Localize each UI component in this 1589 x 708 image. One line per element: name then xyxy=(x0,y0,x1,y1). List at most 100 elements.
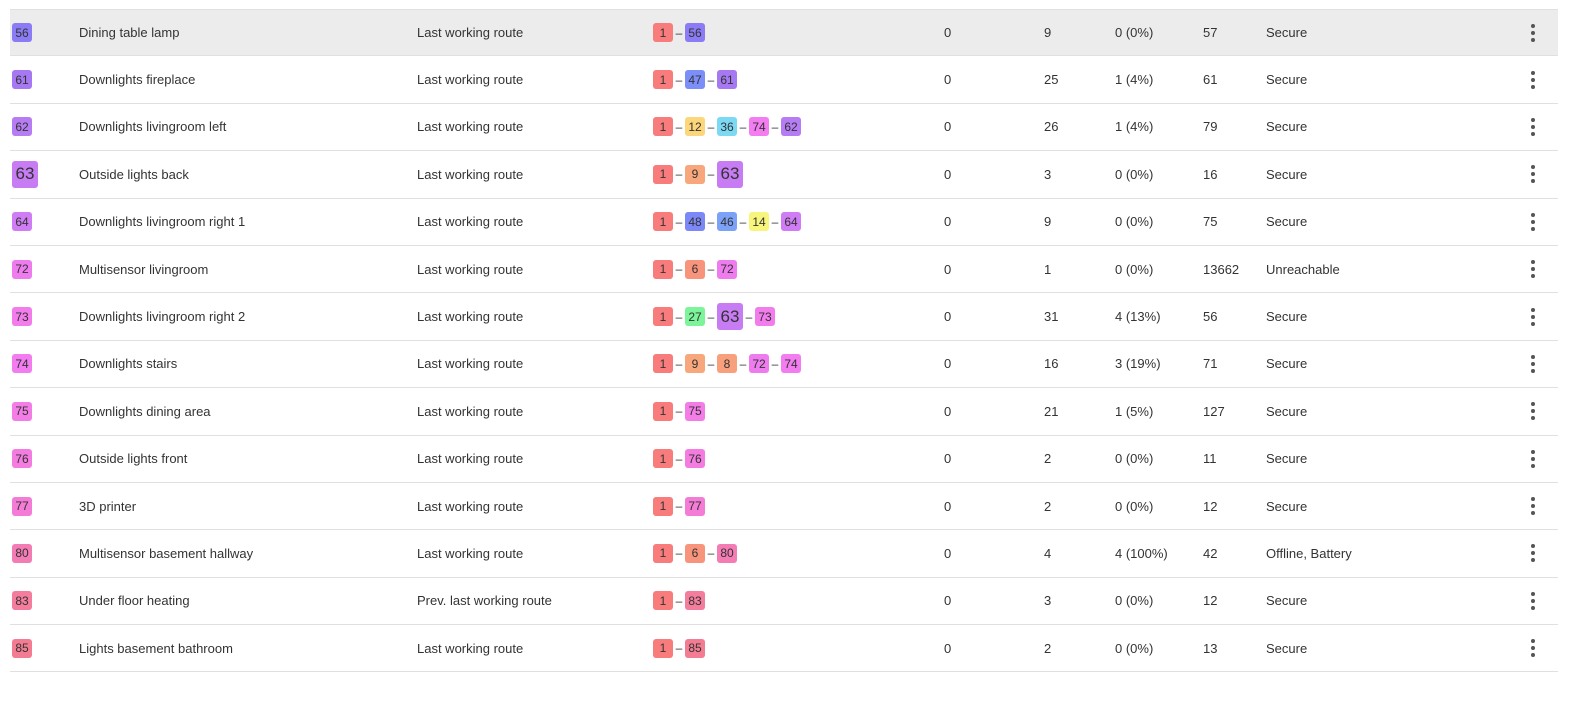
route-hop-badge: 1 xyxy=(653,212,673,232)
menu-dot xyxy=(1531,117,1535,122)
stat-d: 79 xyxy=(1203,119,1218,135)
table-row[interactable]: 83 Under floor heating Prev. last working … xyxy=(10,577,1558,626)
stat-a: 0 xyxy=(944,640,952,656)
route-type: Last working route xyxy=(417,309,524,325)
table-row[interactable]: 73 Downlights livingroom right 2 Last work… xyxy=(10,293,1558,341)
menu-dot xyxy=(1531,23,1535,28)
node-status: Secure xyxy=(1266,498,1308,514)
stat-a: 0 xyxy=(944,593,952,609)
node-name: Under floor heating xyxy=(79,593,190,609)
table-row[interactable]: 63 Outside lights back Last working route 1… xyxy=(10,151,1558,199)
table-row[interactable]: 76 Outside lights front Last working route… xyxy=(10,435,1558,483)
menu-dot xyxy=(1531,544,1535,549)
route-separator: – xyxy=(707,167,715,182)
node-name: Outside lights back xyxy=(79,166,189,182)
route-type: Last working route xyxy=(417,119,524,135)
more-vert-icon[interactable] xyxy=(1527,446,1539,472)
node-status: Unreachable xyxy=(1266,261,1340,277)
table-row[interactable]: 62 Downlights livingroom left Last working… xyxy=(10,103,1558,152)
node-id-badge: 77 xyxy=(12,496,32,516)
menu-dot xyxy=(1531,456,1535,461)
route-hop-badge: 62 xyxy=(781,117,801,137)
menu-dot xyxy=(1531,37,1535,42)
table-row[interactable]: 61 Downlights fireplace Last working route… xyxy=(10,56,1558,104)
stat-a: 0 xyxy=(944,309,952,325)
stat-c: 4 (13%) xyxy=(1115,309,1161,325)
node-name: Downlights livingroom right 1 xyxy=(79,214,246,230)
node-status: Secure xyxy=(1266,451,1308,467)
route-separator: – xyxy=(707,119,715,134)
menu-dot xyxy=(1531,511,1535,516)
node-name: Multisensor livingroom xyxy=(79,261,209,277)
menu-dot xyxy=(1531,131,1535,136)
more-vert-icon[interactable] xyxy=(1527,304,1539,330)
node-id-badge: 73 xyxy=(12,307,32,327)
node-status: Secure xyxy=(1266,403,1308,419)
node-name: Downlights livingroom left xyxy=(79,119,227,135)
node-id-cell: 72 xyxy=(12,246,32,292)
table-row[interactable]: 77 3D printer Last working route 1–77 0 2 0 (0… xyxy=(10,482,1558,531)
node-id-cell: 75 xyxy=(12,388,32,434)
table-row[interactable]: 80 Multisensor basement hallway Last worki… xyxy=(10,530,1558,578)
stat-a: 0 xyxy=(944,356,952,372)
table-row[interactable]: 74 Downlights stairs Last working route 1–9… xyxy=(10,340,1558,389)
table-row[interactable]: 56 Dining table lamp Last working route 1–5… xyxy=(10,9,1558,57)
route-hop-badge: 1 xyxy=(653,449,673,469)
more-vert-icon[interactable] xyxy=(1527,161,1539,187)
menu-dot xyxy=(1531,321,1535,326)
more-vert-icon[interactable] xyxy=(1527,588,1539,614)
stat-c: 0 (0%) xyxy=(1115,261,1154,277)
table-row[interactable]: 85 Lights basement bathroom Last working r… xyxy=(10,625,1558,673)
route-separator: – xyxy=(707,72,715,87)
node-id-cell: 80 xyxy=(12,530,32,576)
more-vert-icon[interactable] xyxy=(1527,67,1539,93)
route-hop-badge: 74 xyxy=(749,117,769,137)
menu-dot xyxy=(1531,416,1535,421)
more-vert-icon[interactable] xyxy=(1527,256,1539,282)
menu-dot xyxy=(1531,591,1535,596)
route-separator: – xyxy=(675,404,683,419)
menu-dot xyxy=(1531,368,1535,373)
route-hop-badge: 1 xyxy=(653,23,673,43)
route-separator: – xyxy=(675,25,683,40)
stat-c: 1 (5%) xyxy=(1115,403,1154,419)
table-row[interactable]: 75 Downlights dining area Last working rou… xyxy=(10,388,1558,436)
more-vert-icon[interactable] xyxy=(1527,351,1539,377)
node-id-badge: 63 xyxy=(12,160,38,188)
route-hop-badge: 46 xyxy=(717,212,737,232)
more-vert-icon[interactable] xyxy=(1527,540,1539,566)
menu-dot xyxy=(1531,77,1535,82)
node-name: Multisensor basement hallway xyxy=(79,545,254,561)
more-vert-icon[interactable] xyxy=(1527,20,1539,46)
row-menu-cell xyxy=(1524,341,1542,387)
menu-dot xyxy=(1531,551,1535,556)
menu-dot xyxy=(1531,653,1535,658)
node-id-badge: 83 xyxy=(12,591,32,611)
route-type: Last working route xyxy=(417,356,524,372)
route-path: 1–6–72 xyxy=(653,246,737,292)
more-vert-icon[interactable] xyxy=(1527,209,1539,235)
route-hop-badge: 1 xyxy=(653,496,673,516)
route-separator: – xyxy=(771,214,779,229)
node-id-badge: 80 xyxy=(12,543,32,563)
more-vert-icon[interactable] xyxy=(1527,114,1539,140)
table-row[interactable]: 72 Multisensor livingroom Last working rou… xyxy=(10,245,1558,294)
stat-c: 0 (0%) xyxy=(1115,25,1154,41)
stat-b: 2 xyxy=(1044,640,1052,656)
more-vert-icon[interactable] xyxy=(1527,398,1539,424)
more-vert-icon[interactable] xyxy=(1527,493,1539,519)
route-path: 1–47–61 xyxy=(653,56,737,102)
row-menu-cell xyxy=(1524,625,1542,671)
route-separator: – xyxy=(675,356,683,371)
stat-d: 57 xyxy=(1203,25,1218,41)
stat-b: 3 xyxy=(1044,593,1052,609)
stat-d: 16 xyxy=(1203,166,1218,182)
more-vert-icon[interactable] xyxy=(1527,635,1539,661)
route-path: 1–9–63 xyxy=(653,151,743,197)
table-row[interactable]: 64 Downlights livingroom right 1 Last work… xyxy=(10,198,1558,246)
node-name: Dining table lamp xyxy=(79,25,180,41)
menu-dot xyxy=(1531,314,1535,319)
menu-dot xyxy=(1531,402,1535,407)
node-id-cell: 74 xyxy=(12,341,32,387)
node-id-badge: 85 xyxy=(12,638,32,658)
